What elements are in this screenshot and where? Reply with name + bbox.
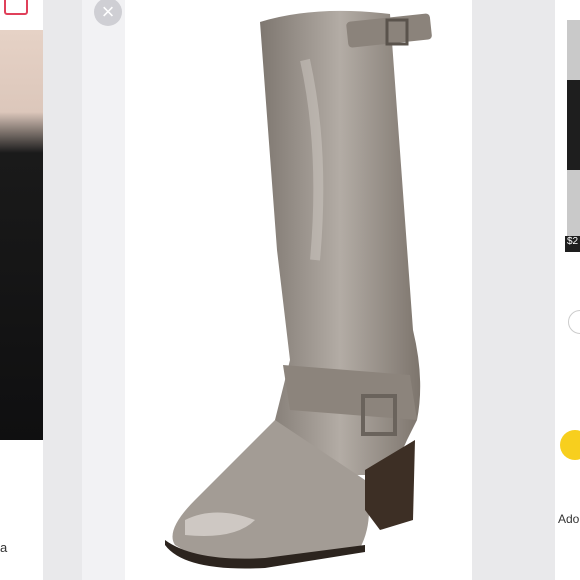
left-listing-photo[interactable] (0, 30, 43, 440)
left-listing-caption: a (0, 540, 8, 555)
right-listing-card[interactable]: $2 (555, 0, 580, 580)
right-price-badge: $2 (565, 236, 580, 252)
favorite-icon[interactable] (4, 0, 28, 15)
boot-image[interactable] (125, 0, 472, 580)
right-listing-caption: Ado (558, 512, 580, 526)
right-photo-dark-region (567, 80, 580, 170)
boot-illustration (165, 10, 432, 569)
left-listing-card[interactable]: a (0, 0, 43, 580)
